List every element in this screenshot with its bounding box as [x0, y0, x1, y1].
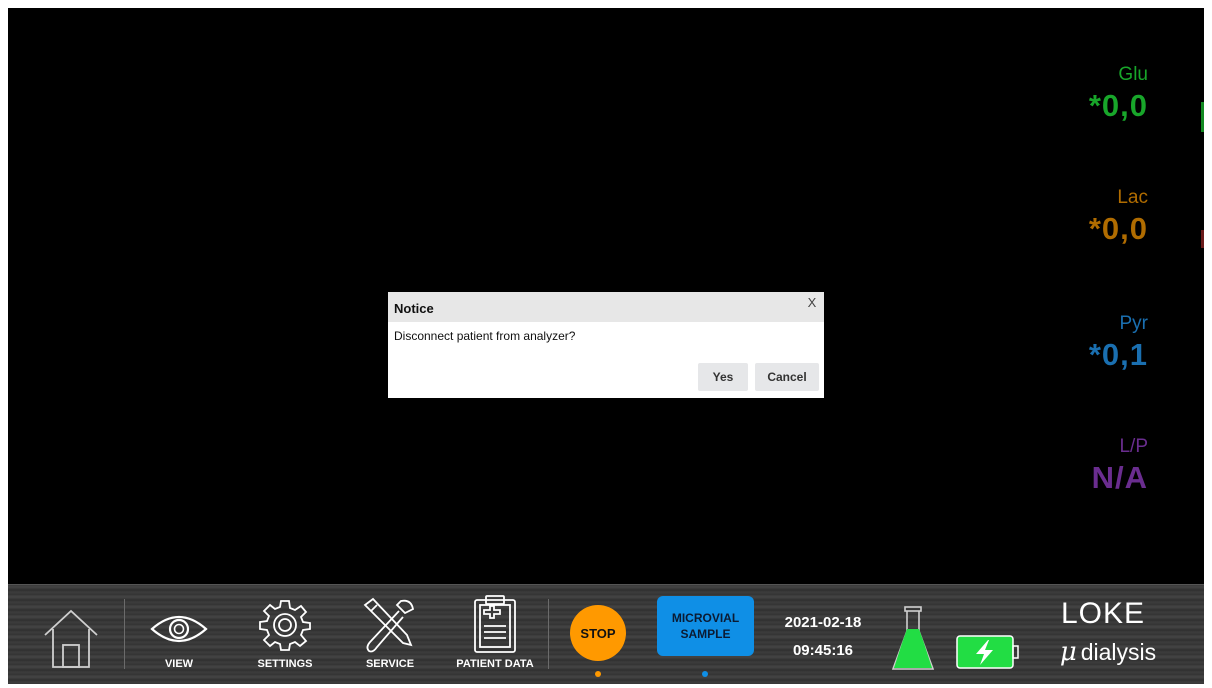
- stop-indicator-dot: [595, 671, 601, 677]
- brand-dialysis: dialysis: [1080, 639, 1157, 665]
- brand-logo-bottom: μ dialysis: [1038, 637, 1178, 667]
- metric-glu: Glu *0,0: [1008, 64, 1148, 124]
- view-button[interactable]: VIEW: [141, 585, 217, 684]
- microvial-label-line2: SAMPLE: [680, 627, 731, 641]
- home-icon: [44, 609, 98, 668]
- tools-icon: [363, 597, 415, 653]
- bottom-toolbar: VIEW SETTINGS SERVICE PATIENT DATA STOP …: [8, 584, 1204, 684]
- settings-label: SETTINGS: [257, 658, 313, 670]
- toolbar-divider: [124, 599, 125, 669]
- metric-pyr-label: Pyr: [1119, 313, 1149, 334]
- eye-icon: [150, 616, 208, 642]
- toolbar-divider: [548, 599, 549, 669]
- date-text: 2021-02-18: [784, 614, 862, 631]
- brand-mu: μ: [1059, 637, 1077, 667]
- battery-charging-icon: [956, 635, 1019, 669]
- brand-logo-top: LOKE: [1060, 597, 1146, 630]
- analyzer-screen: Glu *0,0 Lac *0,0 Pyr *0,1 L/P N/A Notic…: [8, 8, 1204, 684]
- view-label: VIEW: [164, 658, 194, 670]
- dialog-close-button[interactable]: X: [805, 296, 819, 310]
- datetime-display: 2021-02-18 09:45:16: [768, 609, 878, 665]
- patient-data-button[interactable]: PATIENT DATA: [445, 585, 545, 684]
- cancel-button[interactable]: Cancel: [755, 363, 819, 391]
- metric-pyr: Pyr *0,1: [1008, 313, 1148, 373]
- metric-lp: L/P N/A: [1008, 436, 1148, 496]
- metric-lp-label: L/P: [1119, 436, 1148, 457]
- microvial-label-line1: MICROVIAL: [671, 611, 740, 625]
- flask-icon: [891, 606, 935, 670]
- settings-button[interactable]: SETTINGS: [245, 585, 325, 684]
- metric-lp-value: N/A: [1091, 460, 1148, 495]
- dialog-message: Disconnect patient from analyzer?: [394, 329, 576, 343]
- metric-glu-label: Glu: [1118, 64, 1148, 85]
- patient-data-label: PATIENT DATA: [456, 658, 534, 670]
- glu-tick: [1201, 102, 1204, 132]
- home-button[interactable]: [36, 585, 106, 684]
- notice-dialog: Notice X Disconnect patient from analyze…: [388, 292, 824, 398]
- metric-lac: Lac *0,0: [1008, 187, 1148, 247]
- stop-button[interactable]: STOP: [570, 605, 626, 661]
- dialog-title: Notice: [394, 301, 434, 316]
- metric-glu-value: *0,0: [1088, 88, 1148, 123]
- microvial-indicator-dot: [702, 671, 708, 677]
- time-text: 09:45:16: [792, 642, 854, 659]
- microvial-sample-button[interactable]: MICROVIAL SAMPLE: [657, 596, 754, 656]
- metric-lac-value: *0,0: [1088, 211, 1148, 246]
- yes-button[interactable]: Yes: [698, 363, 748, 391]
- metric-pyr-value: *0,1: [1088, 337, 1148, 372]
- metric-lac-label: Lac: [1117, 187, 1148, 208]
- dialog-titlebar: Notice X: [388, 292, 824, 322]
- clipboard-icon: [474, 595, 516, 653]
- lac-tick: [1201, 230, 1204, 248]
- service-label: SERVICE: [365, 658, 415, 670]
- service-button[interactable]: SERVICE: [351, 585, 429, 684]
- gear-icon: [259, 600, 311, 651]
